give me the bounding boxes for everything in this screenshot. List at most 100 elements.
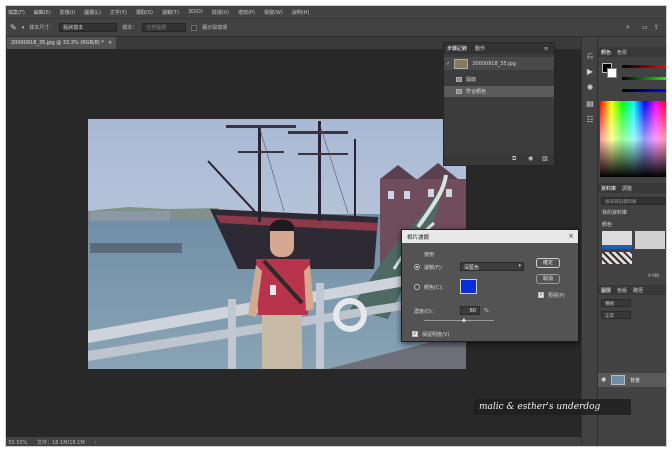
density-unit: % (484, 308, 489, 314)
density-slider-thumb[interactable]: ▲ (462, 318, 466, 323)
tool-preset-chevron-icon[interactable]: ▾ (22, 25, 25, 31)
cancel-button[interactable]: 取消 (536, 274, 560, 284)
menu-item-layer[interactable]: 圖層(L) (84, 9, 101, 16)
tab-actions[interactable]: 動作 (475, 45, 485, 52)
workspace-icon[interactable]: ▭ (642, 24, 648, 31)
snapshot-thumbnail-icon (454, 58, 469, 69)
eye-icon[interactable]: ◉ (601, 376, 606, 383)
dialog-title-bar[interactable]: 相片濾鏡 × (402, 230, 578, 243)
tab-adjustments[interactable]: 調整 (622, 185, 632, 192)
menu-item-file[interactable]: 檔案(F) (8, 9, 25, 16)
tab-layers[interactable]: 圖層 (601, 287, 611, 294)
filter-select-value: 深藍色 (464, 265, 480, 271)
sample-size-label: 樣本尺寸： (29, 25, 55, 31)
trash-icon[interactable]: ▥ (542, 155, 548, 162)
menu-item-select[interactable]: 選取(S) (136, 9, 153, 16)
background-color-swatch[interactable] (607, 68, 617, 78)
filter-select[interactable]: 深藍色 ▾ (460, 262, 524, 271)
brush-source-icon[interactable]: ✓ (446, 61, 450, 67)
libraries-icon[interactable]: ▤ (585, 99, 595, 109)
library-panel-tabs: 資料庫 調整 (598, 183, 666, 193)
actions-play-icon[interactable]: ▶ (585, 67, 595, 77)
menu-item-edit[interactable]: 編輯(E) (34, 9, 51, 16)
status-bar: 33.33% 文件：18.1M/18.1M › (6, 437, 581, 446)
history-step-active[interactable]: 符合顏色 (444, 86, 554, 97)
color-panel-tabs: 顏色 色票 (598, 47, 666, 57)
library-asset-thumbnail[interactable] (602, 252, 632, 264)
history-snapshot[interactable]: ✓ 20000918_35.jpg (444, 57, 554, 70)
library-name[interactable]: 我的資料庫 (602, 209, 627, 216)
history-panel: 步驟記錄 動作 ≡ ✓ 20000918_35.jpg 開啟 符合顏色 ⧉ ◉ … (443, 42, 555, 166)
panel-icon-column: ⎌ ▶ ✺ ▤ ☷ (581, 37, 597, 446)
share-icon[interactable]: ⇪ (654, 24, 659, 31)
show-ring-label: 顯示取樣環 (202, 25, 228, 31)
color-radio[interactable] (414, 284, 420, 290)
document-size[interactable]: 文件：18.1M/18.1M (37, 439, 85, 446)
menu-item-filter[interactable]: 濾鏡(T) (162, 9, 179, 16)
menu-bar: 檔案(F) 編輯(E) 影像(I) 圖層(L) 文字(Y) 選取(S) 濾鏡(T… (6, 6, 666, 18)
eyedropper-icon[interactable]: ✎ (10, 23, 17, 32)
menu-item-window[interactable]: 視窗(W) (264, 9, 283, 16)
history-step-label: 開啟 (466, 77, 477, 83)
menu-item-3d[interactable]: 3D(D) (188, 9, 203, 15)
close-icon[interactable]: × (568, 232, 574, 240)
panel-menu-icon[interactable]: ≡ (544, 46, 548, 52)
menu-item-view[interactable]: 檢視(V) (212, 9, 229, 16)
tab-color[interactable]: 顏色 (601, 49, 611, 56)
blend-mode-select[interactable]: 正常 (601, 311, 631, 319)
tab-history[interactable]: 步驟記錄 (447, 45, 467, 52)
library-asset-thumbnail[interactable] (635, 231, 665, 249)
tab-channels[interactable]: 色版 (617, 287, 627, 294)
preserve-luminosity-checkbox[interactable]: ✓ (412, 331, 418, 337)
sample-select[interactable]: 全部圖層 (142, 23, 187, 32)
library-asset-thumbnail[interactable] (602, 231, 632, 249)
close-icon[interactable]: × (108, 40, 112, 46)
document-tab[interactable]: 20000918_35.jpg @ 33.3% (RGB/8) * × (7, 37, 117, 49)
layer-name: 背景 (630, 378, 641, 384)
library-search[interactable]: 搜尋目前資料庫 (601, 197, 665, 205)
red-slider[interactable] (622, 65, 666, 68)
menu-item-help[interactable]: 說明(H) (292, 9, 310, 16)
layer-thumbnail (611, 375, 625, 385)
layer-kind-label: 種類 (605, 302, 614, 307)
history-panel-icon[interactable]: ⎌ (585, 51, 595, 61)
library-size: 9 MB (648, 274, 660, 279)
layer-row[interactable]: ◉ 背景 (598, 373, 666, 387)
green-slider[interactable] (622, 77, 666, 80)
right-panel-dock: 顏色 色票 資料庫 調整 搜尋目前資料庫 我的資料庫 顏色 9 MB 圖層 色版… (597, 37, 666, 446)
new-document-icon[interactable]: ⧉ (512, 155, 516, 163)
ok-button[interactable]: 確定 (536, 258, 560, 268)
tab-libraries[interactable]: 資料庫 (601, 185, 616, 192)
status-arrow-icon[interactable]: › (95, 440, 97, 446)
density-slider-track[interactable]: ▲ (424, 318, 494, 323)
blend-mode-value: 正常 (605, 314, 614, 319)
zoom-level[interactable]: 33.33% (8, 440, 27, 446)
filter-color-swatch[interactable] (460, 279, 477, 294)
preview-checkbox[interactable]: ✓ (538, 292, 544, 298)
options-bar: ✎ ▾ 樣本尺寸： 點狀樣本 樣本： 全部圖層 顯示取樣環 ⌕ ▭ ⇪ (6, 18, 666, 37)
sample-size-select[interactable]: 點狀樣本 (59, 23, 118, 32)
layer-kind-filter[interactable]: 種類 (601, 299, 631, 307)
preserve-luminosity-label: 保留明度(V) (422, 332, 450, 338)
show-ring-checkbox[interactable] (191, 24, 198, 31)
density-value: 60 (469, 308, 476, 314)
menu-item-image[interactable]: 影像(I) (60, 9, 75, 16)
use-label: 使用 (424, 252, 435, 258)
blue-slider[interactable] (622, 89, 666, 92)
tab-swatches[interactable]: 色票 (617, 49, 627, 56)
history-step[interactable]: 開啟 (444, 74, 554, 85)
filter-radio[interactable] (414, 264, 420, 270)
density-input[interactable]: 60 (460, 306, 480, 315)
snapshot-name: 20000918_35.jpg (472, 60, 516, 67)
preview-label: 預視(P) (548, 293, 565, 299)
properties-icon[interactable]: ☷ (585, 115, 595, 125)
menu-item-type[interactable]: 文字(Y) (110, 9, 127, 16)
menu-item-plugins[interactable]: 增效(P) (238, 9, 255, 16)
search-icon[interactable]: ⌕ (626, 23, 630, 32)
tab-paths[interactable]: 路徑 (633, 287, 643, 294)
camera-icon[interactable]: ◉ (528, 155, 533, 162)
color-spectrum[interactable] (600, 101, 666, 177)
photo-filter-dialog: 相片濾鏡 × 使用 濾鏡(F)： 深藍色 ▾ 顏色(C)： 濃度(D)： 60 … (401, 229, 579, 342)
library-group-label[interactable]: 顏色 (602, 221, 612, 228)
adjustments-sun-icon[interactable]: ✺ (585, 83, 595, 93)
